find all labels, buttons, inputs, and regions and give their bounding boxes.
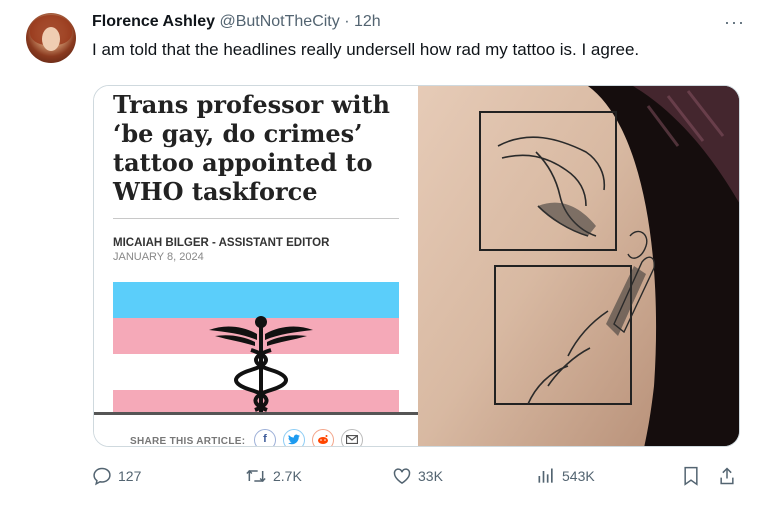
headline-line: WHO taskforce: [113, 177, 318, 206]
headline-line: ‘be gay, do crimes’: [113, 119, 363, 148]
bookmark-button[interactable]: [682, 466, 700, 486]
heart-icon: [393, 468, 411, 484]
divider: [94, 412, 418, 415]
like-button[interactable]: 33K: [392, 466, 443, 486]
divider: [113, 218, 399, 219]
action-bar: 127 2.7K 33K 543K: [0, 466, 763, 496]
repost-icon: [246, 469, 266, 483]
author-name[interactable]: Florence Ashley: [92, 13, 215, 30]
tweet-time[interactable]: 12h: [354, 13, 381, 30]
share-icon: [720, 467, 734, 485]
caduceus-icon: [209, 316, 313, 412]
avatar-face: [42, 27, 60, 51]
tweet-text: I am told that the headlines really unde…: [92, 40, 640, 59]
article-headline: Trans professor with ‘be gay, do crimes’…: [113, 90, 413, 206]
separator-dot: ·: [344, 13, 350, 30]
tattoo-photo: [418, 86, 739, 446]
headline-line: tattoo appointed to: [113, 148, 373, 177]
reply-count: 127: [118, 468, 142, 484]
bookmark-icon: [684, 466, 698, 486]
views-icon: [538, 468, 553, 483]
like-count: 33K: [418, 468, 443, 484]
article-screenshot: Trans professor with ‘be gay, do crimes’…: [94, 86, 418, 447]
share-label: SHARE THIS ARTICLE:: [130, 436, 246, 447]
twitter-icon[interactable]: [283, 429, 305, 446]
tweet: Florence Ashley @ButNotTheCity · 12h ···…: [0, 0, 763, 511]
reply-button[interactable]: 127: [92, 466, 141, 486]
email-icon[interactable]: [341, 429, 363, 446]
author-handle[interactable]: @ButNotTheCity: [219, 13, 339, 30]
avatar[interactable]: [26, 13, 76, 63]
facebook-icon[interactable]: f: [254, 429, 276, 446]
views-count: 543K: [562, 468, 595, 484]
repost-count: 2.7K: [273, 468, 302, 484]
tweet-media[interactable]: Trans professor with ‘be gay, do crimes’…: [93, 85, 740, 447]
trans-flag-image: [113, 282, 399, 412]
tweet-header: Florence Ashley @ButNotTheCity · 12h: [92, 13, 381, 31]
repost-button[interactable]: 2.7K: [245, 466, 302, 486]
headline-line: Trans professor with: [113, 90, 390, 119]
reddit-icon[interactable]: [312, 429, 334, 446]
more-options-icon[interactable]: ···: [724, 12, 745, 33]
views-button[interactable]: 543K: [536, 466, 595, 486]
reply-icon: [93, 467, 111, 486]
article-date: JANUARY 8, 2024: [113, 251, 204, 263]
article-byline: MICAIAH BILGER - ASSISTANT EDITOR: [113, 237, 330, 249]
share-button[interactable]: [718, 466, 736, 486]
